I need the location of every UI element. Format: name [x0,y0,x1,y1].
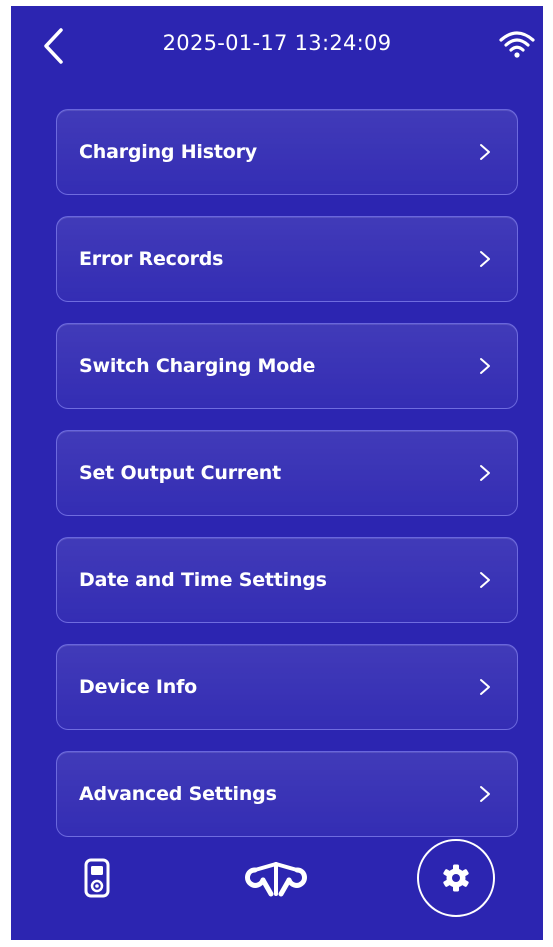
nav-settings-button[interactable] [417,839,495,917]
menu-item-label: Charging History [79,141,257,163]
menu-item-switch-charging-mode[interactable]: Switch Charging Mode [56,323,518,409]
menu-item-date-time-settings[interactable]: Date and Time Settings [56,537,518,623]
brand-logo [245,862,307,897]
menu-item-label: Error Records [79,248,224,270]
menu-item-label: Switch Charging Mode [79,355,316,377]
status-bar: 2025-01-17 13:24:09 [11,6,543,86]
chevron-right-icon [480,786,490,802]
menu-item-device-info[interactable]: Device Info [56,644,518,730]
menu-item-label: Date and Time Settings [79,569,327,591]
nav-charger-button[interactable] [77,854,117,902]
gear-icon [443,864,469,892]
menu-item-charging-history[interactable]: Charging History [56,109,518,195]
chevron-right-icon [480,251,490,267]
chevron-right-icon [480,144,490,160]
settings-screen: 2025-01-17 13:24:09 Charging History Err… [11,6,543,940]
charger-icon [84,858,110,898]
chevron-right-icon [480,358,490,374]
menu-item-error-records[interactable]: Error Records [56,216,518,302]
chevron-right-icon [480,572,490,588]
nav-brand-button[interactable] [236,854,316,902]
settings-menu: Charging History Error Records Switch Ch… [56,109,518,858]
wifi-icon [499,31,535,58]
menu-item-label: Device Info [79,676,198,698]
menu-item-label: Set Output Current [79,462,281,484]
chevron-right-icon [480,679,490,695]
menu-item-set-output-current[interactable]: Set Output Current [56,430,518,516]
bottom-nav [11,816,543,926]
chevron-right-icon [480,465,490,481]
datetime: 2025-01-17 13:24:09 [162,31,392,55]
